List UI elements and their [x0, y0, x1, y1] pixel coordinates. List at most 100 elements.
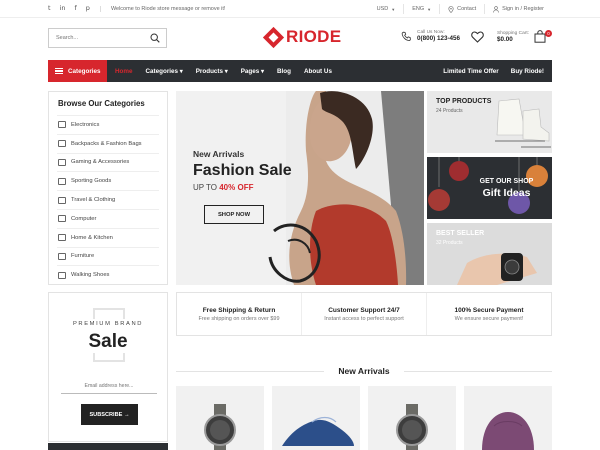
top-products-count: 24 Products	[436, 108, 463, 114]
nav-item-label: Products	[195, 67, 224, 75]
feature-shipping: Free Shipping & Return Free shipping on …	[177, 293, 301, 335]
hero-upto: UP TO	[193, 183, 220, 192]
category-icon	[58, 140, 66, 148]
beanie-product-image	[482, 412, 534, 450]
feature-subtitle: We ensure secure payment!	[454, 316, 524, 322]
nav-item-home[interactable]: Home	[115, 68, 133, 75]
feature-strip: Free Shipping & Return Free shipping on …	[176, 292, 552, 336]
sidebar-item-home-kitchen[interactable]: Home & Kitchen	[57, 227, 159, 247]
category-icon	[58, 196, 66, 204]
top-products-banner[interactable]: TOP PRODUCTS 24 Products	[427, 91, 552, 153]
top-bar-right: USD ▼ ENG ▼ Contact Sign in / Register	[369, 0, 552, 18]
call-number: 0(800) 123-456	[417, 35, 461, 42]
best-seller-banner[interactable]: BEST SELLER 32 Products	[427, 223, 552, 285]
limited-offer-link[interactable]: Limited Time Offer	[443, 68, 499, 75]
nav-item-categories[interactable]: Categories ▾	[146, 68, 183, 75]
linkedin-icon[interactable]: in	[60, 5, 66, 12]
sidebar-item-gaming-accessories[interactable]: Gaming & Accessories	[57, 152, 159, 172]
shop-now-button[interactable]: SHOP NOW	[204, 205, 264, 224]
category-icon	[58, 252, 66, 260]
currency-value: USD	[376, 6, 389, 12]
feature-title: 100% Secure Payment	[454, 307, 524, 314]
search-input[interactable]	[49, 35, 149, 41]
nav-item-blog[interactable]: Blog	[277, 68, 291, 75]
main-nav: Categories Home Categories ▾ Products ▾ Pag…	[48, 60, 552, 82]
sidebar-item-label: Gaming & Accessories	[71, 159, 130, 166]
feature-subtitle: Free shipping on orders over $99	[198, 316, 280, 322]
cart-amount: $0.00	[497, 35, 513, 43]
product-card-hat[interactable]	[464, 386, 552, 450]
menu-icon	[55, 67, 63, 75]
logo[interactable]: RIODE	[262, 26, 341, 48]
sidebar-item-walking-shoes[interactable]: Walking Shoes	[57, 265, 159, 284]
sidebar-item-travel-clothing[interactable]: Travel & Clothing	[57, 190, 159, 209]
feature-title: Customer Support 24/7	[328, 307, 400, 314]
signin-link[interactable]: Sign in / Register	[484, 4, 552, 14]
sidebar-item-electronics[interactable]: Electronics	[57, 115, 159, 134]
user-icon	[493, 5, 499, 13]
hero-title: Fashion Sale	[193, 162, 292, 179]
subscribe-button[interactable]: SUBSCRIBE →	[81, 404, 138, 425]
nav-right: Limited Time Offer Buy Riode!	[443, 60, 544, 82]
shopping-cart[interactable]: Shopping Cart: $0.00	[497, 30, 546, 43]
sidebar-item-label: Computer	[71, 215, 97, 222]
chevron-down-icon: ▼	[391, 6, 396, 12]
sidebar-item-label: Home & Kitchen	[71, 234, 113, 241]
categories-toggle-label: Categories	[68, 67, 101, 75]
nav-item-label: Pages	[240, 67, 260, 75]
category-icon	[58, 271, 66, 279]
sidebar-title: Browse Our Categories	[58, 99, 145, 108]
nav-item-about-us[interactable]: About Us	[304, 68, 332, 75]
contact-link[interactable]: Contact	[439, 4, 484, 14]
category-icon	[58, 177, 66, 185]
sidebar-item-computer[interactable]: Computer	[57, 208, 159, 228]
category-sidebar: Browse Our Categories Electronics Backpac…	[48, 91, 168, 285]
welcome-message: Welcome to Riode store message or remove…	[99, 5, 225, 12]
currency-select[interactable]: USD ▼	[369, 4, 404, 14]
sidebar-item-label: Furniture	[71, 253, 95, 260]
gift-ideas-title: Gift Ideas	[482, 187, 531, 199]
feature-subtitle: Instant access to perfect support	[324, 316, 404, 322]
nav-item-products[interactable]: Products ▾	[196, 68, 228, 75]
nav-item-label: Blog	[276, 67, 291, 75]
twitter-icon[interactable]: t	[48, 5, 51, 12]
gift-line-1: GET OUR SHOP	[479, 178, 534, 185]
sidebar-item-furniture[interactable]: Furniture	[57, 246, 159, 266]
product-card-shoes[interactable]	[272, 386, 360, 450]
pinterest-icon[interactable]: p	[86, 5, 90, 12]
product-card-watch[interactable]	[176, 386, 264, 450]
best-seller-title: BEST SELLER	[436, 230, 485, 237]
sidebar-item-label: Travel & Clothing	[71, 197, 116, 204]
sidebar-item-sporting-goods[interactable]: Sporting Goods	[57, 171, 159, 190]
wishlist-heart-icon[interactable]	[471, 31, 484, 43]
contact-label: Contact	[457, 6, 477, 12]
call-us[interactable]: Call Us Now: 0(800) 123-456	[401, 30, 460, 42]
promo-bottom-bar	[48, 443, 168, 450]
gift-ideas-banner[interactable]: GET OUR SHOP Gift Ideas	[427, 157, 552, 219]
language-select[interactable]: ENG ▼	[403, 4, 439, 14]
header: RIODE Call Us Now: 0(800) 123-456 Shoppi…	[0, 18, 600, 58]
hero-banner: New Arrivals Fashion Sale UP TO 40% OFF …	[176, 91, 424, 285]
hero-text: New Arrivals Fashion Sale UP TO 40% OFF	[193, 149, 292, 192]
arrow-right-icon: →	[123, 411, 130, 418]
nav-item-label: About Us	[303, 67, 332, 75]
sidebar-item-backpacks-fashion-bags[interactable]: Backpacks & Fashion Bags	[57, 133, 159, 153]
logo-mark-icon	[262, 26, 285, 48]
search-icon[interactable]	[150, 33, 160, 43]
new-arrivals-heading: New Arrivals	[176, 366, 552, 378]
promo-brand: PREMIUM BRAND	[72, 321, 144, 327]
promo-sale: Sale	[88, 331, 128, 352]
feature-payment: 100% Secure Payment We ensure secure pay…	[426, 293, 551, 335]
categories-toggle[interactable]: Categories	[48, 60, 107, 82]
newsletter-email-input[interactable]	[61, 383, 157, 394]
hero-discount-value: 40% OFF	[219, 183, 254, 192]
top-bar: t in f p Welcome to Riode store message …	[0, 0, 600, 18]
category-icon	[58, 158, 66, 166]
cart-count-badge: 0	[545, 30, 552, 37]
facebook-icon[interactable]: f	[75, 5, 77, 12]
buy-riode-link[interactable]: Buy Riode!	[511, 68, 544, 75]
nav-item-pages[interactable]: Pages ▾	[241, 68, 264, 75]
nav-item-label: Categories	[145, 67, 179, 75]
product-card-watch-2[interactable]	[368, 386, 456, 450]
chevron-down-icon: ▾	[223, 68, 228, 75]
